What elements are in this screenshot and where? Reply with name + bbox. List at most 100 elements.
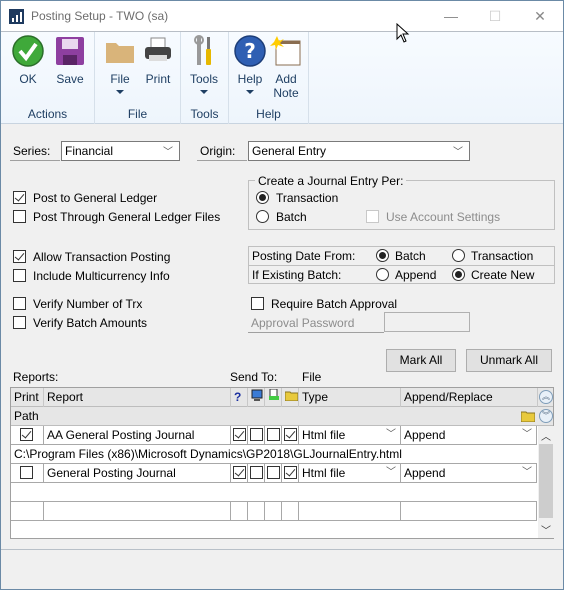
chevron-down-icon: ﹀ bbox=[453, 147, 463, 158]
table-row-empty bbox=[11, 502, 537, 521]
send-to-file-checkbox[interactable] bbox=[284, 466, 297, 479]
approval-password-label: Approval Password bbox=[248, 316, 384, 333]
add-note-icon bbox=[270, 35, 302, 67]
journal-entry-group-title: Create a Journal Entry Per: bbox=[255, 174, 407, 188]
row-print-checkbox[interactable] bbox=[20, 428, 33, 441]
ribbon-group-file: File Print File bbox=[95, 32, 181, 124]
browse-folder-icon[interactable] bbox=[520, 410, 536, 425]
origin-dropdown[interactable]: General Entry ﹀ bbox=[248, 141, 470, 161]
row-print-checkbox[interactable] bbox=[20, 466, 33, 479]
report-name: AA General Posting Journal bbox=[44, 426, 231, 444]
posting-date-batch-radio[interactable] bbox=[376, 249, 389, 262]
column-header-report: Report bbox=[44, 388, 231, 407]
table-row[interactable]: General Posting Journal Html file ﹀ Appen… bbox=[11, 464, 537, 483]
post-to-gl-label: Post to General Ledger bbox=[33, 191, 158, 205]
maximize-button[interactable]: ☐ bbox=[475, 5, 515, 27]
include-multicurrency-checkbox[interactable] bbox=[13, 269, 26, 282]
collapse-rows-icon[interactable]: ︽ bbox=[539, 390, 553, 404]
title-bar: Posting Setup - TWO (sa) — ☐ ✕ bbox=[1, 1, 563, 32]
grid-header: Print Report ? Type Append/Replace ︽ bbox=[11, 388, 553, 407]
posting-date-batch-label: Batch bbox=[395, 249, 426, 263]
tools-icon bbox=[188, 35, 220, 67]
posting-date-transaction-label: Transaction bbox=[471, 249, 534, 263]
ribbon-group-actions: OK Save Actions bbox=[1, 32, 95, 124]
ribbon-group-label: Tools bbox=[190, 107, 219, 121]
posting-date-from-label: Posting Date From: bbox=[252, 249, 356, 263]
footer-divider bbox=[1, 549, 563, 550]
unmark-all-button[interactable]: Unmark All bbox=[466, 349, 552, 372]
save-button[interactable]: Save bbox=[51, 35, 89, 86]
column-header-path: Path bbox=[14, 409, 39, 423]
journal-per-transaction-radio[interactable] bbox=[256, 191, 269, 204]
chevron-down-icon bbox=[116, 90, 124, 94]
transaction-label: Transaction bbox=[276, 191, 339, 205]
include-multicurrency-label: Include Multicurrency Info bbox=[33, 269, 170, 283]
scrollbar-thumb[interactable] bbox=[539, 444, 553, 518]
existing-batch-create-new-radio[interactable] bbox=[452, 268, 465, 281]
report-name: General Posting Journal bbox=[44, 464, 231, 482]
file-type-dropdown[interactable]: Html file ﹀ bbox=[299, 426, 401, 444]
series-dropdown[interactable]: Financial ﹀ bbox=[61, 141, 180, 161]
report-path: C:\Program Files (x86)\Microsoft Dynamic… bbox=[14, 447, 402, 461]
existing-batch-create-new-label: Create New bbox=[471, 268, 535, 282]
send-to-checkbox[interactable] bbox=[250, 428, 263, 441]
ribbon-group-help: ? Help Add Note Help bbox=[229, 32, 309, 124]
reports-grid: Print Report ? Type Append/Replace ︽ Pat… bbox=[10, 387, 554, 539]
divider bbox=[248, 265, 555, 266]
help-icon: ? bbox=[234, 35, 266, 67]
append-replace-dropdown[interactable]: Append ﹀ bbox=[401, 426, 537, 444]
send-to-checkbox[interactable] bbox=[233, 466, 246, 479]
approval-password-field[interactable] bbox=[384, 312, 470, 332]
journal-per-batch-radio[interactable] bbox=[256, 210, 269, 223]
scroll-down-icon[interactable]: ﹀ bbox=[541, 522, 551, 537]
require-batch-approval-label: Require Batch Approval bbox=[271, 297, 398, 311]
file-type-dropdown[interactable]: Html file ﹀ bbox=[299, 464, 401, 482]
scroll-up-icon[interactable]: ︿ bbox=[541, 428, 551, 443]
post-through-gl-checkbox[interactable] bbox=[13, 210, 26, 223]
mark-all-button[interactable]: Mark All bbox=[386, 349, 456, 372]
verify-number-trx-label: Verify Number of Trx bbox=[33, 297, 143, 311]
table-row[interactable]: AA General Posting Journal Html file ﹀ Ap… bbox=[11, 426, 537, 445]
series-label: Series: bbox=[10, 144, 60, 161]
allow-trx-posting-label: Allow Transaction Posting bbox=[33, 250, 171, 264]
expand-rows-icon[interactable]: ︾ bbox=[539, 409, 553, 423]
screen-icon bbox=[248, 388, 265, 407]
send-to-checkbox[interactable] bbox=[250, 466, 263, 479]
batch-label: Batch bbox=[276, 210, 307, 224]
send-to-checkbox[interactable] bbox=[267, 466, 280, 479]
minimize-button[interactable]: — bbox=[431, 5, 471, 27]
posting-date-transaction-radio[interactable] bbox=[452, 249, 465, 262]
ok-button[interactable]: OK bbox=[9, 35, 47, 86]
send-to-checkbox[interactable] bbox=[233, 428, 246, 441]
column-header-type: Type bbox=[299, 388, 401, 407]
table-row-path[interactable]: C:\Program Files (x86)\Microsoft Dynamic… bbox=[11, 445, 537, 464]
chevron-down-icon: ﹀ bbox=[386, 467, 396, 478]
verify-batch-amounts-checkbox[interactable] bbox=[13, 316, 26, 329]
column-header-print: Print bbox=[11, 388, 44, 407]
chevron-down-icon bbox=[246, 90, 254, 94]
ribbon-group-label: Actions bbox=[27, 107, 68, 121]
verify-number-trx-checkbox[interactable] bbox=[13, 297, 26, 310]
require-batch-approval-checkbox[interactable] bbox=[251, 297, 264, 310]
ribbon-group-tools: Tools Tools bbox=[181, 32, 229, 124]
send-to-checkbox[interactable] bbox=[267, 428, 280, 441]
close-button[interactable]: ✕ bbox=[520, 5, 560, 27]
help-menu-button[interactable]: ? Help bbox=[231, 35, 269, 94]
existing-batch-append-radio[interactable] bbox=[376, 268, 389, 281]
use-account-settings-label: Use Account Settings bbox=[386, 210, 501, 224]
svg-text:?: ? bbox=[244, 39, 256, 63]
reports-label: Reports: bbox=[13, 370, 59, 384]
save-disk-icon bbox=[54, 35, 86, 67]
chevron-down-icon: ﹀ bbox=[386, 429, 396, 440]
append-replace-dropdown[interactable]: Append ﹀ bbox=[401, 464, 537, 482]
allow-trx-posting-checkbox[interactable] bbox=[13, 250, 26, 263]
add-note-button[interactable]: Add Note bbox=[267, 35, 305, 100]
tools-menu-button[interactable]: Tools bbox=[185, 35, 223, 94]
table-row-empty bbox=[11, 483, 537, 502]
file-menu-button[interactable]: File bbox=[101, 35, 139, 94]
send-to-file-checkbox[interactable] bbox=[284, 428, 297, 441]
print-button[interactable]: Print bbox=[139, 35, 177, 86]
use-account-settings-checkbox[interactable] bbox=[366, 210, 379, 223]
post-to-gl-checkbox[interactable] bbox=[13, 191, 26, 204]
grid-scrollbar[interactable]: ︿ ﹀ bbox=[538, 426, 554, 538]
